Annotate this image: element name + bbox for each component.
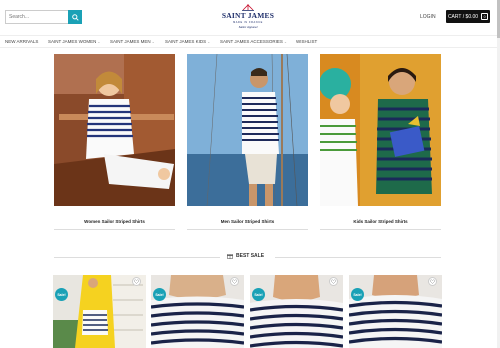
chevron-down-icon: ⌄ — [283, 40, 287, 44]
divider — [187, 229, 308, 230]
sale-badge: Sale! — [351, 288, 364, 301]
nav-wishlist[interactable]: WISHLIST — [296, 39, 317, 44]
nav-kids[interactable]: SAINT JAMES KIDS⌄ — [165, 39, 210, 44]
product-card[interactable]: Sale! — [250, 275, 343, 348]
category-kids-image[interactable] — [320, 54, 441, 206]
divider — [54, 229, 175, 230]
product-card[interactable]: Sale! — [151, 275, 244, 348]
product-image — [151, 275, 244, 348]
login-link[interactable]: LOGIN — [420, 14, 436, 20]
best-sale-heading: BEST SALE — [0, 253, 500, 261]
heart-icon — [430, 279, 435, 284]
nav-label: NEW ARRIVALS — [5, 39, 39, 44]
logo-text: SAINT JAMES — [221, 11, 275, 20]
heart-icon — [331, 279, 336, 284]
nav-women[interactable]: SAINT JAMES WOMEN⌄ — [48, 39, 100, 44]
nav-new-arrivals[interactable]: NEW ARRIVALS — [5, 39, 38, 44]
nav-label: WISHLIST — [296, 39, 318, 44]
cart-button[interactable]: CART / $0.00 0 — [446, 10, 490, 23]
logo-subtitle: Sailor Apparel — [238, 24, 258, 29]
nav-men[interactable]: SAINT JAMES MEN⌄ — [110, 39, 155, 44]
main-nav: NEW ARRIVALS SAINT JAMES WOMEN⌄ SAINT JA… — [0, 35, 500, 48]
best-sale-title: BEST SALE — [236, 253, 265, 259]
divider — [275, 257, 441, 258]
heart-icon — [134, 279, 139, 284]
heart-icon — [232, 279, 237, 284]
search-button[interactable] — [68, 10, 82, 24]
category-men-caption[interactable]: Men Sailor Striped Shirts — [187, 219, 308, 224]
search-box — [5, 10, 82, 24]
sale-badge: Sale! — [153, 288, 166, 301]
site-logo[interactable]: SAINT JAMES MADE IN FRANCE Sailor Appare… — [220, 4, 276, 32]
divider — [320, 229, 441, 230]
category-women-caption[interactable]: Women Sailor Striped Shirts — [54, 219, 175, 224]
product-image — [53, 275, 146, 348]
product-card[interactable]: Sale! — [349, 275, 442, 348]
chevron-down-icon: ⌄ — [151, 40, 155, 44]
sale-badge: Sale! — [55, 288, 68, 301]
wishlist-button[interactable] — [132, 277, 141, 286]
product-image — [250, 275, 343, 348]
category-men-image[interactable] — [187, 54, 308, 206]
divider — [54, 257, 220, 258]
wishlist-button[interactable] — [230, 277, 239, 286]
nav-label: SAINT JAMES WOMEN — [48, 39, 97, 44]
product-image — [349, 275, 442, 348]
chevron-down-icon: ⌄ — [207, 40, 211, 44]
search-input[interactable] — [6, 11, 69, 23]
cart-count: 0 — [481, 13, 489, 20]
nav-label: SAINT JAMES ACCESSORIES — [220, 39, 283, 44]
logo-sail-icon — [242, 4, 254, 11]
gift-icon — [227, 254, 233, 259]
nav-accessories[interactable]: SAINT JAMES ACCESSORIES⌄ — [220, 39, 287, 44]
nav-label: SAINT JAMES KIDS — [165, 39, 207, 44]
chevron-down-icon: ⌄ — [97, 40, 101, 44]
sale-badge: Sale! — [252, 288, 265, 301]
category-women-image[interactable] — [54, 54, 175, 206]
cart-label: CART / $0.00 — [447, 13, 479, 20]
wishlist-button[interactable] — [428, 277, 437, 286]
section-label: BEST SALE — [227, 253, 264, 259]
site-header: SAINT JAMES MADE IN FRANCE Sailor Appare… — [0, 0, 500, 34]
wishlist-button[interactable] — [329, 277, 338, 286]
category-kids-caption[interactable]: Kids Sailor Striped Shirts — [320, 219, 441, 224]
product-card[interactable]: Sale! — [53, 275, 146, 348]
search-icon — [71, 13, 79, 21]
nav-label: SAINT JAMES MEN — [110, 39, 151, 44]
